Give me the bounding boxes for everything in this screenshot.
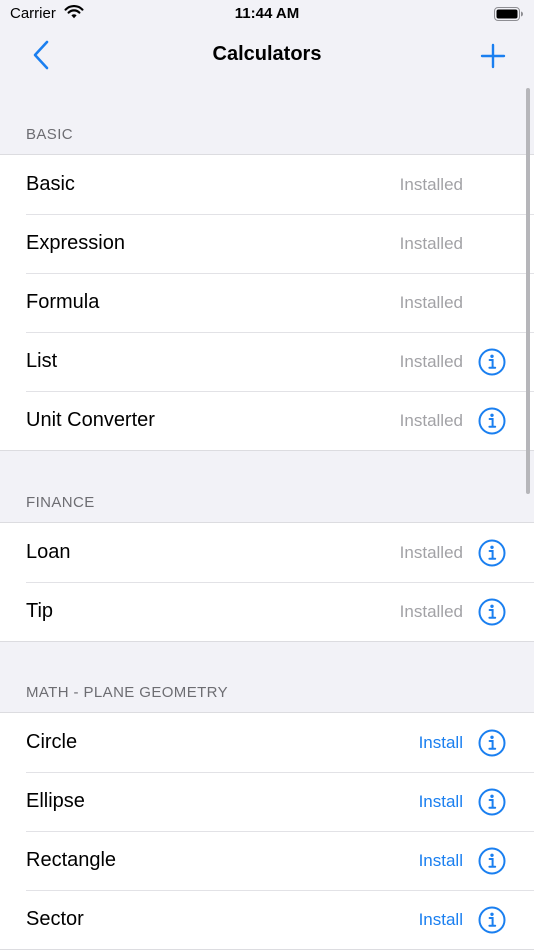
list-item[interactable]: Basic Installed [0, 155, 534, 214]
row-label: Formula [26, 291, 100, 313]
install-button[interactable]: Install [419, 792, 463, 812]
list-item[interactable]: Ellipse Install [0, 772, 534, 831]
info-icon [478, 729, 506, 757]
row-label: Sector [26, 908, 84, 930]
info-icon [478, 539, 506, 567]
install-button[interactable]: Install [419, 851, 463, 871]
info-icon [478, 598, 506, 626]
info-button[interactable] [478, 906, 506, 934]
row-label: Expression [26, 232, 125, 254]
clock: 11:44 AM [234, 5, 300, 22]
status-label: Installed [399, 543, 463, 562]
install-button[interactable]: Install [419, 910, 463, 930]
info-icon [478, 788, 506, 816]
navigation-bar: Calculators [0, 30, 534, 80]
add-calculator-button[interactable] [480, 43, 506, 69]
list-item[interactable]: List Installed [0, 332, 534, 391]
list-item[interactable]: Formula Installed [0, 273, 534, 332]
status-bar: Carrier 11:44 AM [0, 0, 534, 30]
list-item[interactable]: Circle Install [0, 713, 534, 772]
info-icon [478, 847, 506, 875]
info-button[interactable] [478, 407, 506, 435]
info-button[interactable] [478, 348, 506, 376]
row-label: Loan [26, 541, 71, 563]
section-header-basic: BASIC [26, 126, 74, 143]
install-button[interactable]: Install [419, 733, 463, 753]
section-plane-geometry: Circle Install Ellipse Install Rectangle… [0, 712, 534, 950]
plus-icon [480, 43, 506, 69]
info-icon [478, 348, 506, 376]
page-title: Calculators [212, 43, 322, 65]
info-button[interactable] [478, 847, 506, 875]
row-label: Circle [26, 731, 78, 753]
section-header-plane-geometry: MATH - PLANE GEOMETRY [26, 684, 229, 701]
row-label: Tip [26, 600, 54, 622]
info-button[interactable] [478, 539, 506, 567]
list-item[interactable]: Sector Install [0, 890, 534, 949]
list-item[interactable]: Loan Installed [0, 523, 534, 582]
info-button[interactable] [478, 788, 506, 816]
info-button[interactable] [478, 598, 506, 626]
battery-icon [494, 7, 524, 26]
row-label: Rectangle [26, 849, 117, 871]
row-label: Basic [26, 173, 75, 195]
status-label: Installed [399, 352, 463, 371]
list-item[interactable]: Tip Installed [0, 582, 534, 641]
list-item[interactable]: Expression Installed [0, 214, 534, 273]
info-icon [478, 906, 506, 934]
status-label: Installed [399, 602, 463, 621]
list-item[interactable]: Unit Converter Installed [0, 391, 534, 450]
row-label: Ellipse [26, 790, 85, 812]
status-label: Installed [399, 293, 463, 312]
row-label: Unit Converter [26, 409, 155, 431]
section-basic: Basic Installed Expression Installed For… [0, 154, 534, 451]
section-finance: Loan Installed Tip Installed [0, 522, 534, 642]
status-label: Installed [399, 234, 463, 253]
section-header-finance: FINANCE [26, 494, 95, 511]
status-label: Installed [399, 411, 463, 430]
info-icon [478, 407, 506, 435]
status-label: Installed [399, 175, 463, 194]
row-label: List [26, 350, 58, 372]
list-item[interactable]: Rectangle Install [0, 831, 534, 890]
scrollbar[interactable] [526, 88, 530, 494]
info-button[interactable] [478, 729, 506, 757]
